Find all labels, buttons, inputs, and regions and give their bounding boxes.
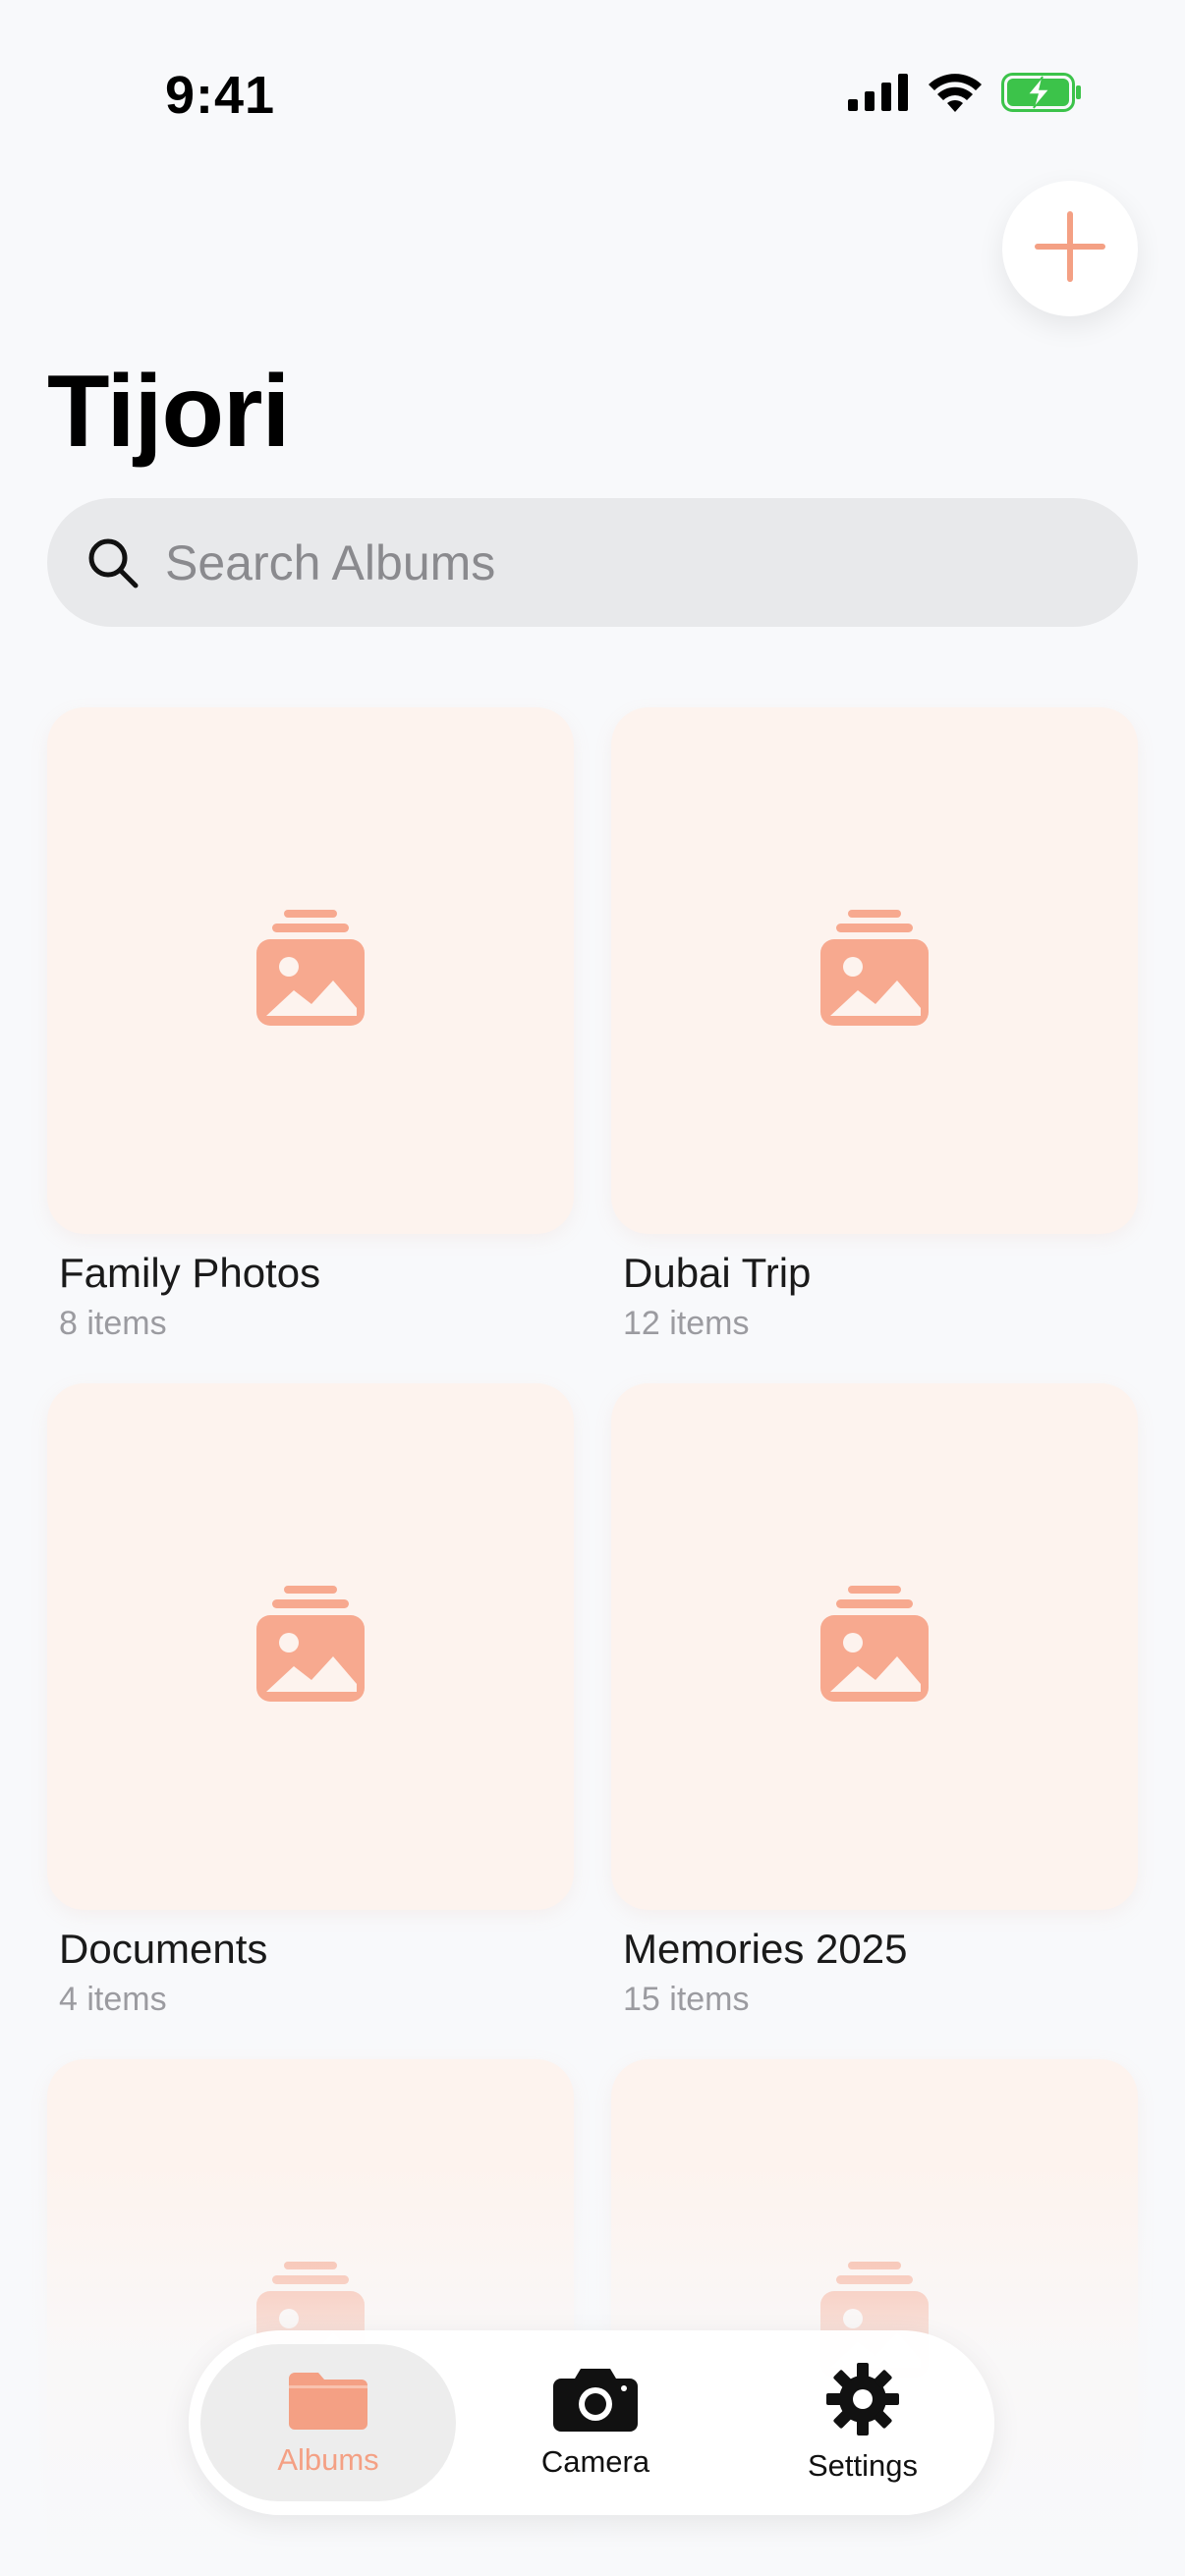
search-icon xyxy=(85,534,141,591)
tab-label: Camera xyxy=(540,2443,650,2479)
photo-stack-icon xyxy=(818,1585,931,1708)
cellular-signal-icon xyxy=(848,74,909,116)
photo-stack-icon xyxy=(818,909,931,1033)
camera-icon xyxy=(553,2367,638,2436)
album-thumbnail[interactable] xyxy=(47,707,574,1234)
album-card[interactable]: Family Photos 8 items xyxy=(47,707,574,1343)
search-bar[interactable] xyxy=(47,498,1138,627)
tab-bar: Albums Camera Settings xyxy=(189,2330,994,2515)
status-time: 9:41 xyxy=(165,66,276,125)
album-count: 12 items xyxy=(623,1305,750,1342)
add-album-button[interactable] xyxy=(1002,181,1138,316)
status-icons xyxy=(848,73,1082,117)
album-thumbnail[interactable] xyxy=(47,1383,574,1910)
plus-icon xyxy=(1034,210,1106,288)
album-count: 8 items xyxy=(59,1305,167,1342)
album-name: Dubai Trip xyxy=(623,1250,812,1296)
album-thumbnail[interactable] xyxy=(611,1383,1138,1910)
wifi-icon xyxy=(929,73,982,117)
tab-label: Settings xyxy=(807,2447,918,2483)
photo-stack-icon xyxy=(254,909,367,1033)
album-name: Memories 2025 xyxy=(623,1926,908,1972)
album-name: Family Photos xyxy=(59,1250,321,1296)
album-count: 4 items xyxy=(59,1981,167,2018)
tab-settings[interactable]: Settings xyxy=(735,2344,990,2501)
album-card[interactable]: Memories 2025 15 items xyxy=(611,1383,1138,2019)
tab-camera[interactable]: Camera xyxy=(468,2344,723,2501)
album-card[interactable]: Dubai Trip 12 items xyxy=(611,707,1138,1343)
photo-stack-icon xyxy=(254,1585,367,1708)
tab-albums[interactable]: Albums xyxy=(200,2344,456,2501)
tab-label: Albums xyxy=(277,2441,379,2477)
album-count: 15 items xyxy=(623,1981,750,2018)
gear-icon xyxy=(826,2362,899,2440)
folder-icon xyxy=(289,2369,367,2435)
album-card[interactable]: Documents 4 items xyxy=(47,1383,574,2019)
album-thumbnail[interactable] xyxy=(611,707,1138,1234)
album-name: Documents xyxy=(59,1926,268,1972)
page-title: Tijori xyxy=(47,355,290,469)
search-input[interactable] xyxy=(163,532,1051,592)
battery-charging-icon xyxy=(1001,73,1082,117)
screen: 9:41 Tijori Search Albums Family Photos … xyxy=(0,0,1185,2576)
